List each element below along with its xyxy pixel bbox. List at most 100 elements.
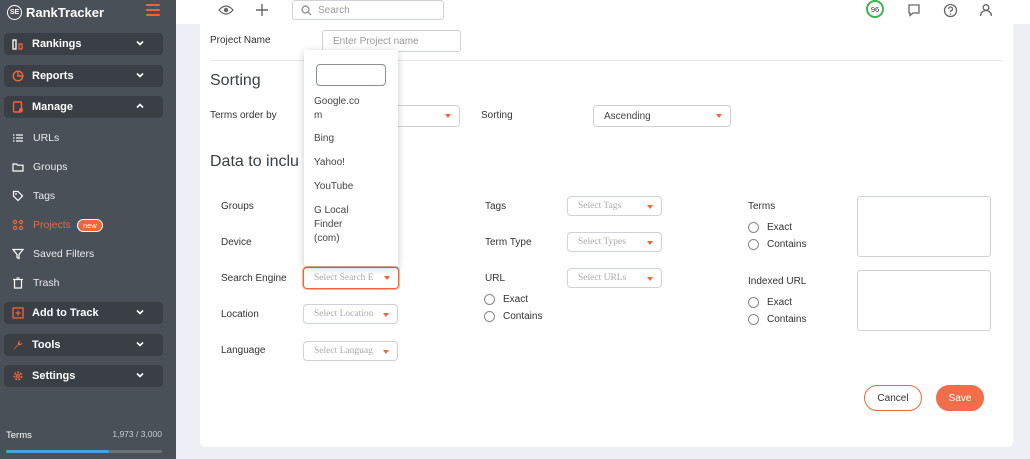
sorting-label: Sorting	[481, 110, 513, 121]
terms-usage-bar	[6, 450, 162, 453]
sidebar-group-rankings[interactable]: Rankings	[4, 33, 163, 55]
wrench-icon	[12, 339, 24, 351]
search-engine-select[interactable]: Select Search E	[303, 267, 399, 289]
chevron-down-icon	[136, 309, 144, 315]
terms-order-select[interactable]	[390, 105, 460, 127]
location-select[interactable]: Select Location	[303, 304, 398, 324]
radio-circle	[748, 222, 759, 233]
search-box[interactable]	[292, 0, 444, 20]
dropdown-option-google[interactable]: Google.co m	[314, 95, 374, 123]
chevron-down-icon	[136, 341, 144, 347]
help-icon[interactable]	[942, 2, 958, 18]
manage-icon	[12, 101, 24, 113]
indexed-url-exact-radio[interactable]: Exact	[748, 297, 792, 308]
sidebar-item-projects[interactable]: Projects new	[12, 216, 103, 234]
filter-icon	[12, 248, 24, 260]
terms-textarea[interactable]	[857, 196, 991, 257]
score-badge[interactable]: 96	[866, 0, 884, 18]
sorting-select-value: Ascending	[604, 110, 651, 122]
term-type-select[interactable]: Select Types	[567, 232, 662, 252]
terms-usage-fill	[6, 450, 109, 453]
sidebar-group-manage[interactable]: Manage	[4, 96, 163, 118]
project-name-label: Project Name	[210, 35, 271, 46]
location-placeholder: Select Location	[314, 309, 374, 319]
sorting-select[interactable]: Ascending	[593, 105, 731, 127]
top-bar: 96	[176, 0, 1030, 24]
chevron-down-icon	[136, 372, 144, 378]
search-icon	[301, 4, 312, 15]
chevron-down-icon	[136, 72, 144, 78]
location-label: Location	[221, 309, 259, 320]
radio-circle	[484, 294, 495, 305]
sidebar-item-label: URLs	[33, 132, 60, 144]
term-type-label: Term Type	[485, 237, 532, 248]
pie-chart-icon	[12, 70, 24, 82]
dropdown-option-google-local-finder[interactable]: G Local Finder (com)	[314, 204, 374, 246]
language-placeholder: Select Languag	[314, 346, 373, 356]
sidebar-item-saved-filters[interactable]: Saved Filters	[12, 245, 94, 263]
url-placeholder: Select URLs	[578, 273, 627, 283]
language-select[interactable]: Select Languag	[303, 341, 398, 361]
project-name-input[interactable]	[322, 30, 461, 52]
plus-square-icon	[12, 307, 24, 319]
sidebar-group-label: Add to Track	[32, 307, 99, 319]
rankings-bars-icon	[12, 38, 24, 50]
sidebar-group-tools[interactable]: Tools	[4, 334, 163, 356]
logo-badge: SE	[7, 4, 22, 20]
tags-select[interactable]: Select Tags	[567, 196, 662, 216]
tags-placeholder: Select Tags	[578, 201, 622, 211]
sidebar: SE RankTracker Rankings Reports Manage U…	[0, 0, 176, 459]
user-icon[interactable]	[978, 2, 994, 18]
terms-usage-label: Terms	[6, 430, 32, 441]
folder-icon	[12, 161, 24, 173]
search-engine-dropdown: Google.co m Bing Yahoo! YouTube G Local …	[304, 50, 398, 266]
device-label: Device	[221, 237, 252, 248]
app-logo[interactable]: SE RankTracker	[7, 4, 104, 20]
dropdown-option-youtube[interactable]: YouTube	[314, 180, 374, 194]
plus-icon[interactable]	[254, 2, 270, 18]
sidebar-item-groups[interactable]: Groups	[12, 158, 67, 176]
terms-exact-radio[interactable]: Exact	[748, 222, 792, 233]
search-engine-placeholder: Select Search E	[314, 273, 374, 283]
sorting-section-title: Sorting	[210, 72, 261, 89]
groups-label: Groups	[221, 201, 254, 212]
chevron-up-icon	[136, 103, 144, 109]
search-input[interactable]	[318, 4, 438, 16]
sidebar-group-label: Reports	[32, 70, 74, 82]
url-contains-radio[interactable]: Contains	[484, 311, 542, 322]
url-select[interactable]: Select URLs	[567, 268, 662, 288]
sidebar-item-tags[interactable]: Tags	[12, 187, 55, 205]
sidebar-group-label: Tools	[32, 339, 61, 351]
cancel-button[interactable]: Cancel	[864, 385, 922, 411]
sidebar-group-reports[interactable]: Reports	[4, 65, 163, 87]
indexed-url-contains-radio[interactable]: Contains	[748, 314, 806, 325]
sidebar-group-add-to-track[interactable]: Add to Track	[4, 302, 163, 324]
sidebar-item-urls[interactable]: URLs	[12, 129, 59, 147]
terms-order-label: Terms order by	[210, 110, 277, 121]
sidebar-item-label: Projects	[33, 219, 71, 231]
dropdown-option-yahoo[interactable]: Yahoo!	[314, 156, 374, 170]
url-exact-radio[interactable]: Exact	[484, 294, 528, 305]
dropdown-search-input[interactable]	[316, 64, 386, 86]
indexed-url-textarea[interactable]	[857, 270, 991, 331]
tags-label: Tags	[485, 201, 507, 212]
terms-label: Terms	[748, 201, 776, 212]
language-label: Language	[221, 345, 266, 356]
terms-contains-radio[interactable]: Contains	[748, 239, 806, 250]
url-label: URL	[485, 273, 506, 284]
sidebar-group-label: Rankings	[32, 38, 82, 50]
sidebar-item-trash[interactable]: Trash	[12, 274, 59, 292]
sidebar-item-label: Saved Filters	[33, 248, 95, 260]
indexed-url-label: Indexed URL	[748, 276, 807, 287]
dropdown-option-bing[interactable]: Bing	[314, 132, 374, 146]
hamburger-menu-icon[interactable]	[146, 4, 160, 16]
sidebar-group-settings[interactable]: Settings	[4, 365, 163, 387]
term-type-placeholder: Select Types	[578, 237, 626, 247]
chat-icon[interactable]	[906, 2, 922, 18]
new-badge: new	[76, 218, 103, 232]
sidebar-group-label: Settings	[32, 370, 76, 382]
list-icon	[12, 132, 24, 144]
save-button[interactable]: Save	[936, 385, 984, 411]
sidebar-item-label: Groups	[33, 161, 68, 173]
eye-icon[interactable]	[218, 2, 234, 18]
